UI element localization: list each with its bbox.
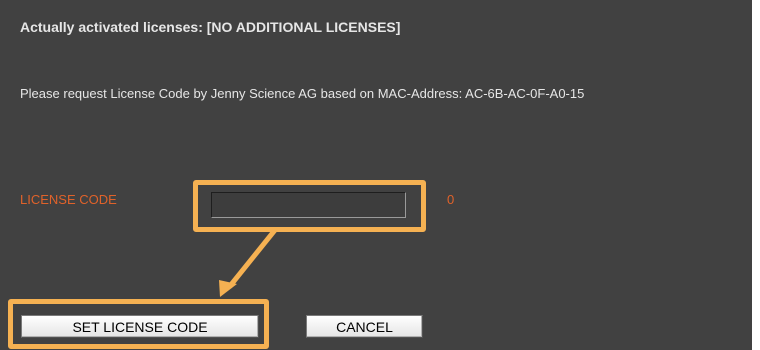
mac-address-instruction: Please request License Code by Jenny Sci… [20,86,585,101]
button-highlight-box [8,299,269,349]
cancel-button[interactable]: CANCEL [306,315,423,338]
license-code-label: LICENSE CODE [20,192,117,207]
license-dialog: Actually activated licenses: [NO ADDITIO… [0,0,752,350]
license-code-char-count: 0 [447,192,455,207]
activated-licenses-status: Actually activated licenses: [NO ADDITIO… [20,19,401,35]
input-highlight-box [193,180,426,232]
